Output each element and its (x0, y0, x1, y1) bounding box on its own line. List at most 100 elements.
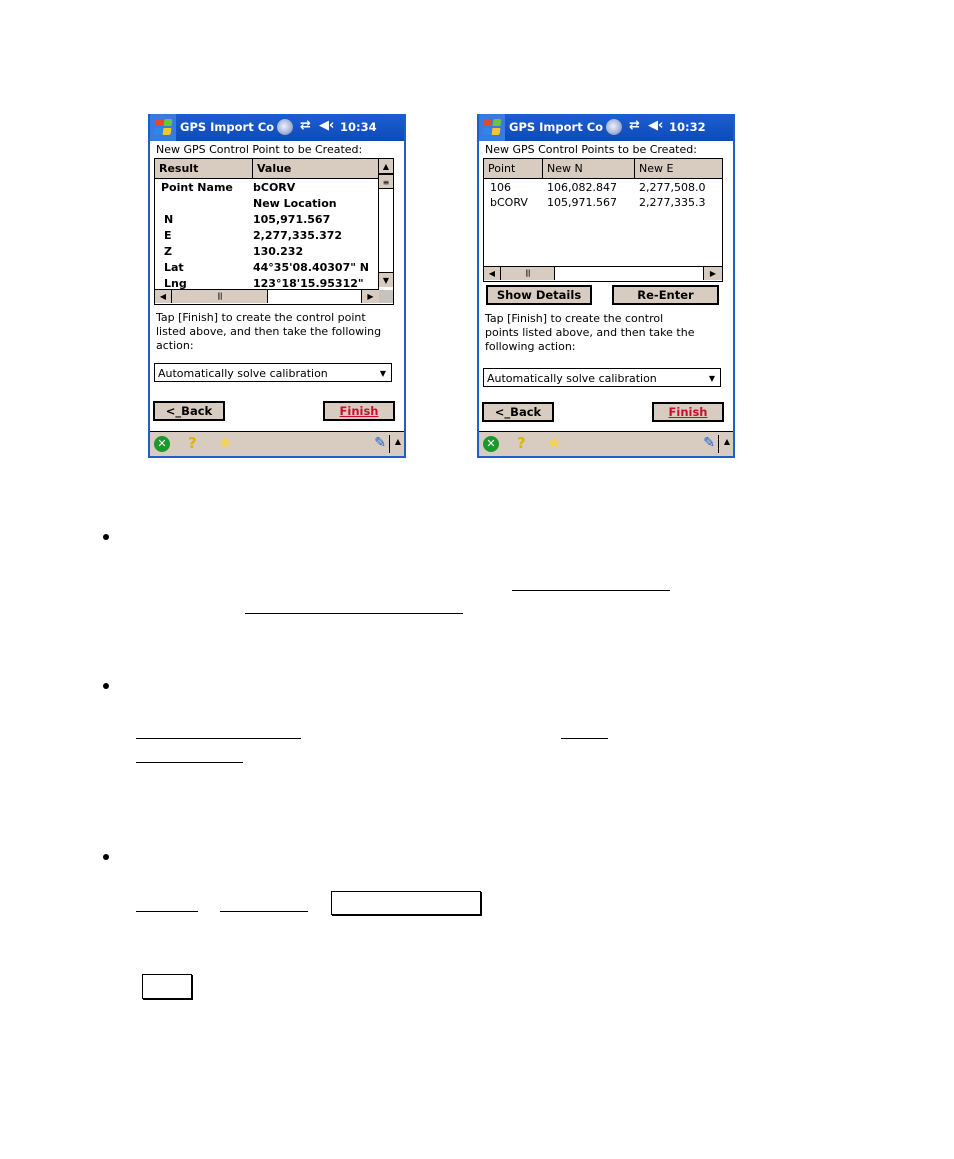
new-n-cell: 105,971.567 (547, 196, 617, 209)
link-underline[interactable] (512, 590, 670, 591)
back-button[interactable]: <_Back (153, 401, 225, 421)
title-bar: GPS Import Co ⇄ ◀‹ 10:34 (150, 114, 404, 141)
clock[interactable]: 10:34 (340, 120, 377, 134)
scroll-right-button[interactable]: ▶ (703, 267, 722, 280)
link-underline[interactable] (220, 911, 308, 912)
inline-button-box (331, 891, 481, 915)
finish-button[interactable]: Finish (652, 402, 724, 422)
windows-flag-icon[interactable] (479, 114, 505, 141)
taskbar-divider (718, 435, 719, 453)
column-header-new-n[interactable]: New N (543, 159, 635, 178)
scrollbar-corner (379, 290, 393, 303)
taskbar: ✕ ? ★ ✎ ▲ (150, 431, 404, 456)
value-cell: 130.232 (253, 245, 304, 258)
grid-header: Point New N New E (484, 159, 722, 179)
scroll-left-button[interactable]: ◀ (484, 267, 501, 280)
re-enter-button[interactable]: Re-Enter (612, 285, 719, 305)
vertical-scrollbar[interactable]: ▲ ≡ ▼ (378, 159, 393, 289)
dropdown-value: Automatically solve calibration (158, 367, 328, 380)
show-details-label: Show Details (496, 288, 582, 302)
column-header-new-e[interactable]: New E (635, 159, 722, 178)
points-grid[interactable]: Point New N New E 106 106,082.847 2,277,… (483, 158, 723, 282)
close-circle-icon[interactable]: ✕ (154, 436, 170, 452)
result-cell: Lat (164, 261, 184, 274)
close-circle-icon[interactable]: ✕ (483, 436, 499, 452)
value-cell: 105,971.567 (253, 213, 331, 226)
star-icon[interactable]: ★ (218, 433, 232, 452)
result-cell: Point Name (161, 181, 233, 194)
grid-header: Result Value (155, 159, 379, 179)
inline-button-box (142, 974, 192, 999)
app-title: GPS Import Co (509, 120, 604, 134)
arrow-up-icon[interactable]: ▲ (724, 437, 730, 446)
pen-icon[interactable]: ✎ (703, 435, 715, 451)
pen-icon[interactable]: ✎ (374, 435, 386, 451)
column-header-point[interactable]: Point (484, 159, 543, 178)
action-dropdown[interactable]: Automatically solve calibration ▼ (483, 368, 721, 387)
point-cell: bCORV (490, 196, 528, 209)
finish-button[interactable]: Finish (323, 401, 395, 421)
device-screen-single-point: GPS Import Co ⇄ ◀‹ 10:34 New GPS Control… (148, 114, 406, 458)
table-row[interactable]: bCORV 105,971.567 2,277,335.3 (484, 195, 722, 211)
list-bullet (103, 534, 109, 540)
horizontal-scroll-thumb[interactable]: ||| (172, 290, 268, 303)
link-underline[interactable] (136, 738, 301, 739)
connectivity-icon[interactable] (606, 119, 622, 135)
volume-icon[interactable]: ◀‹ (319, 118, 334, 133)
scroll-up-button[interactable]: ▲ (379, 159, 393, 174)
table-row[interactable]: 106 106,082.847 2,277,508.0 (484, 180, 722, 196)
sync-arrows-icon[interactable]: ⇄ (629, 118, 640, 133)
re-enter-label: Re-Enter (637, 288, 694, 302)
back-label: <_Back (165, 404, 213, 418)
horizontal-scrollbar[interactable]: ◀ ||| ▶ (155, 289, 379, 303)
column-header-result[interactable]: Result (155, 159, 253, 178)
device-screen-multi-point: GPS Import Co ⇄ ◀‹ 10:32 New GPS Control… (477, 114, 735, 458)
volume-icon[interactable]: ◀‹ (648, 118, 663, 133)
scroll-down-button[interactable]: ▼ (379, 272, 393, 287)
result-grid[interactable]: Result Value Point Name bCORV New Locati… (154, 158, 394, 305)
link-underline[interactable] (245, 613, 463, 614)
new-e-cell: 2,277,335.3 (639, 196, 706, 209)
link-underline[interactable] (561, 738, 608, 739)
horizontal-scrollbar[interactable]: ◀ ||| ▶ (484, 266, 722, 280)
new-n-cell: 106,082.847 (547, 181, 617, 194)
value-cell: bCORV (253, 181, 296, 194)
back-label: <_Back (494, 405, 542, 419)
action-dropdown[interactable]: Automatically solve calibration ▼ (154, 363, 392, 382)
scroll-left-button[interactable]: ◀ (155, 290, 172, 303)
list-bullet (103, 854, 109, 860)
point-cell: 106 (490, 181, 511, 194)
arrow-up-icon[interactable]: ▲ (395, 437, 401, 446)
chevron-down-icon[interactable]: ▼ (380, 364, 386, 383)
value-cell: 44°35'08.40307" N (253, 261, 370, 274)
help-icon[interactable]: ? (188, 434, 197, 452)
app-title: GPS Import Co (180, 120, 275, 134)
new-e-cell: 2,277,508.0 (639, 181, 706, 194)
scroll-right-button[interactable]: ▶ (361, 290, 379, 303)
column-header-value[interactable]: Value (253, 159, 379, 178)
sync-arrows-icon[interactable]: ⇄ (300, 118, 311, 133)
instructions-text: Tap [Finish] to create the control point… (485, 312, 695, 353)
taskbar: ✕ ? ★ ✎ ▲ (479, 431, 733, 456)
list-bullet (103, 683, 109, 689)
windows-flag-icon[interactable] (150, 114, 176, 141)
back-button[interactable]: <_Back (482, 402, 554, 422)
result-cell: N (164, 213, 174, 226)
clock[interactable]: 10:32 (669, 120, 706, 134)
star-icon[interactable]: ★ (547, 433, 561, 452)
instructions-text: Tap [Finish] to create the control point… (156, 311, 382, 352)
link-underline[interactable] (136, 762, 243, 763)
show-details-button[interactable]: Show Details (486, 285, 592, 305)
scroll-thumb[interactable]: ≡ (379, 174, 393, 189)
help-icon[interactable]: ? (517, 434, 526, 452)
title-bar: GPS Import Co ⇄ ◀‹ 10:32 (479, 114, 733, 141)
connectivity-icon[interactable] (277, 119, 293, 135)
horizontal-scroll-thumb[interactable]: ||| (501, 267, 555, 280)
page-heading: New GPS Control Point to be Created: (156, 143, 363, 156)
page-heading: New GPS Control Points to be Created: (485, 143, 697, 156)
result-cell: Z (164, 245, 172, 258)
finish-label: Finish (339, 404, 379, 418)
chevron-down-icon[interactable]: ▼ (709, 369, 715, 388)
link-underline[interactable] (136, 911, 198, 912)
value-cell: New Location (253, 197, 337, 210)
